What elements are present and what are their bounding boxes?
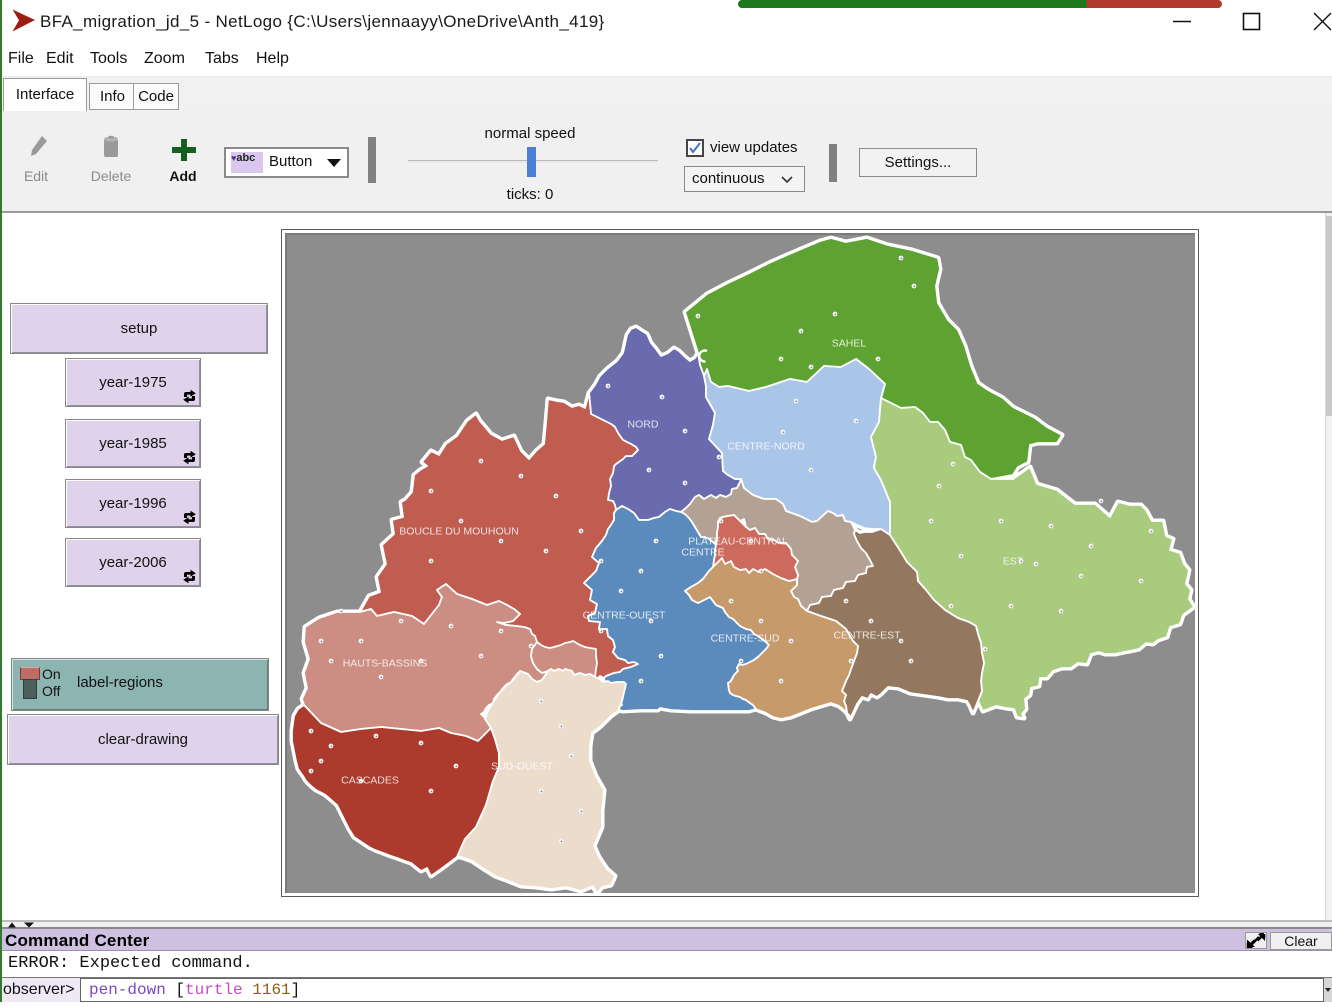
svg-text:BOUCLE DU MOUHOUN: BOUCLE DU MOUHOUN xyxy=(399,526,519,538)
svg-text:NORD: NORD xyxy=(628,419,659,431)
svg-text:CENTRE-OUEST: CENTRE-OUEST xyxy=(583,610,666,622)
svg-text:CENTRE-NORD: CENTRE-NORD xyxy=(727,441,805,453)
svg-text:SUD-OUEST: SUD-OUEST xyxy=(491,761,553,773)
svg-text:CENTRE: CENTRE xyxy=(681,547,724,559)
svg-text:CENTRE-SUD: CENTRE-SUD xyxy=(711,633,780,645)
svg-text:EST: EST xyxy=(1003,556,1024,568)
svg-text:CASCADES: CASCADES xyxy=(341,775,399,787)
svg-text:SAHEL: SAHEL xyxy=(832,338,867,350)
svg-text:CENTRE-EST: CENTRE-EST xyxy=(833,630,901,642)
svg-text:HAUTS-BASSINS: HAUTS-BASSINS xyxy=(343,658,428,670)
